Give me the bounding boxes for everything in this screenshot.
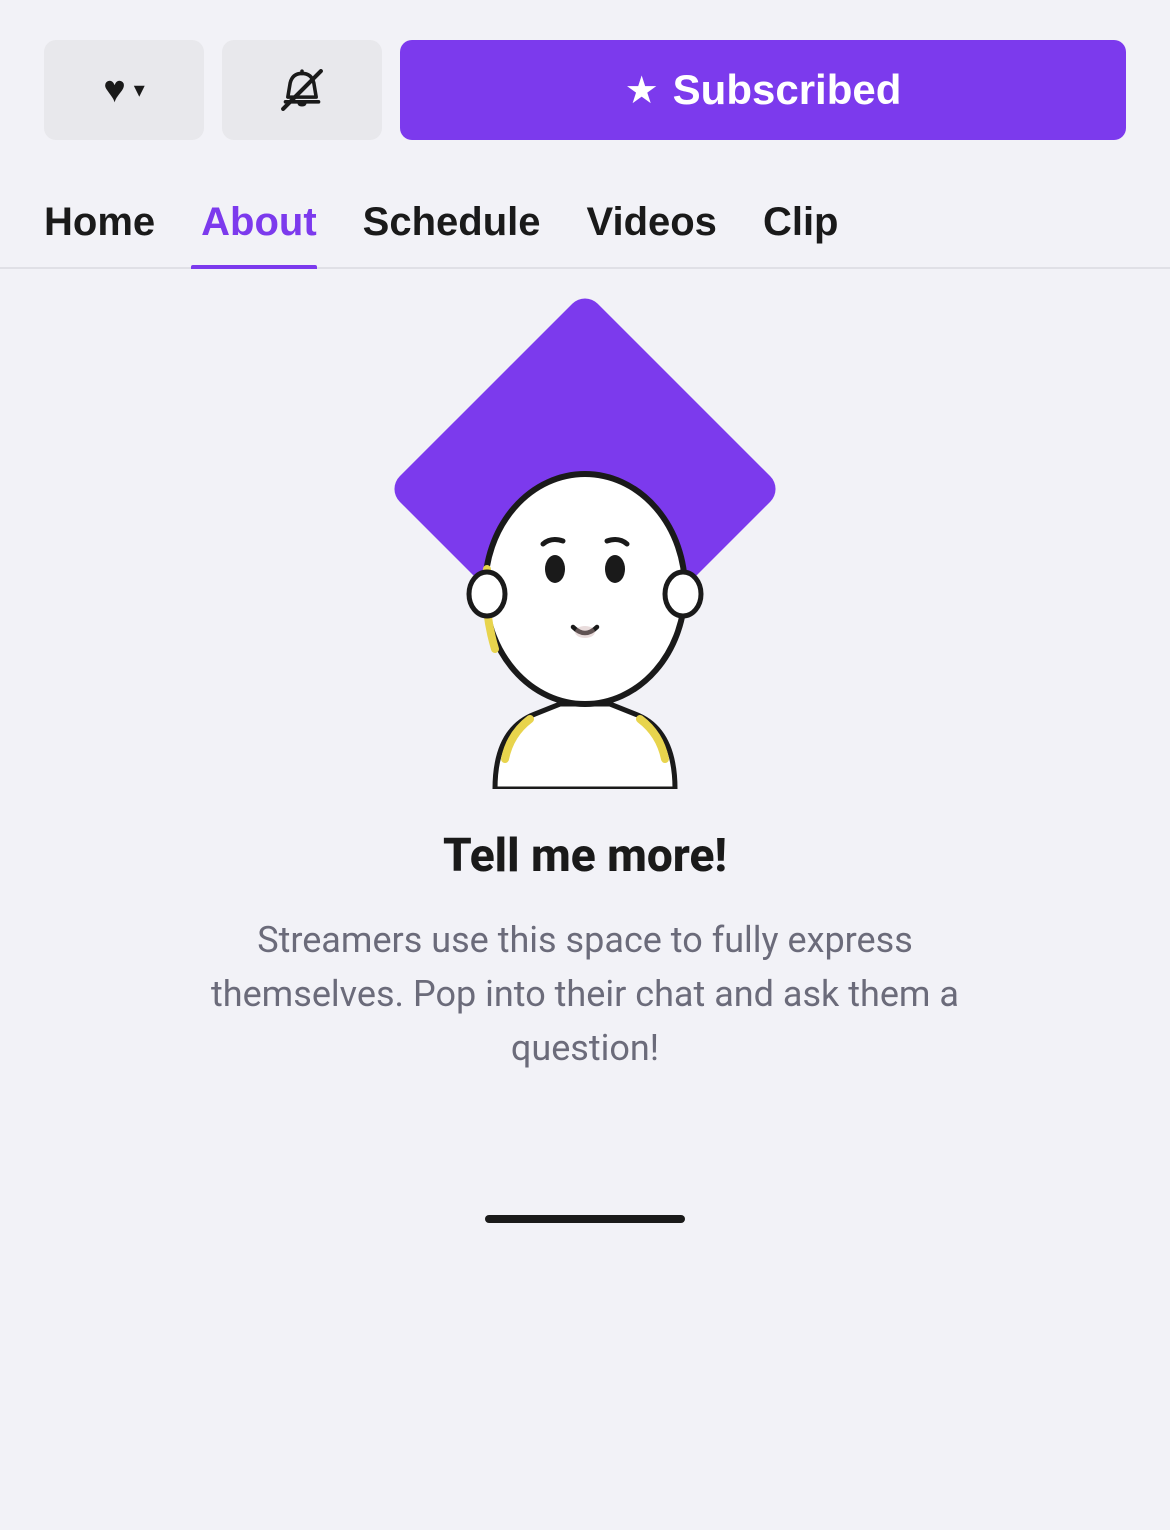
- tab-clips[interactable]: Clip: [753, 180, 839, 267]
- tab-home[interactable]: Home: [44, 180, 191, 267]
- bell-slash-icon: [276, 64, 328, 116]
- subscribed-button[interactable]: ★ Subscribed: [400, 40, 1126, 140]
- tab-schedule[interactable]: Schedule: [353, 180, 577, 267]
- follow-button[interactable]: ♥ ▾: [44, 40, 204, 140]
- tab-about[interactable]: About: [191, 180, 353, 267]
- navigation-tabs: Home About Schedule Videos Clip: [0, 160, 1170, 269]
- description-text: Streamers use this space to fully expres…: [175, 913, 995, 1075]
- bottom-indicator: [485, 1215, 685, 1223]
- content-area: Tell me more! Streamers use this space t…: [0, 269, 1170, 1155]
- star-icon: ★: [625, 68, 659, 113]
- character-illustration: [415, 369, 755, 789]
- notifications-button[interactable]: [222, 40, 382, 140]
- subscribed-label: Subscribed: [673, 66, 902, 114]
- toolbar: ♥ ▾ ★ Subscribed: [0, 0, 1170, 160]
- avatar-container: [375, 329, 795, 789]
- tell-me-more-heading: Tell me more!: [443, 829, 727, 883]
- bottom-bar: [0, 1155, 1170, 1263]
- heart-icon: ♥: [103, 69, 126, 112]
- tab-videos[interactable]: Videos: [577, 180, 753, 267]
- chevron-down-icon: ▾: [134, 77, 145, 103]
